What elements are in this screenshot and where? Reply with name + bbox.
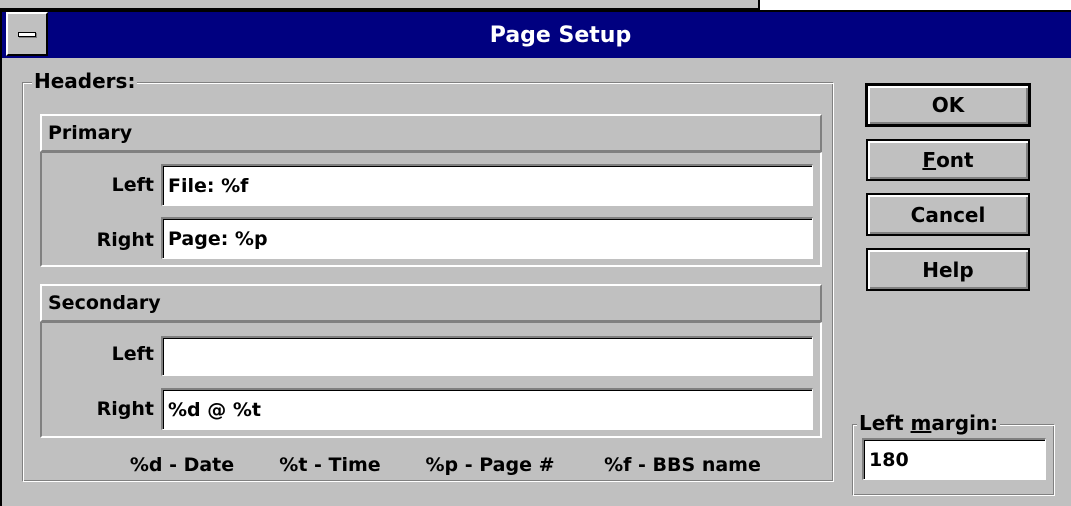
legend-bbs-name: %f - BBS name: [604, 454, 761, 476]
left-margin-label-prefix: Left: [859, 411, 911, 435]
secondary-panel-header: Secondary: [40, 284, 822, 322]
dialog-title: Page Setup: [489, 22, 632, 48]
font-button-label: ont: [936, 148, 974, 172]
system-menu-icon: [18, 32, 36, 37]
left-margin-label-rest: argin:: [931, 411, 999, 435]
primary-panel-header: Primary: [40, 114, 822, 152]
secondary-left-label: Left: [111, 343, 154, 365]
legend-page-number: %p - Page #: [425, 454, 555, 476]
primary-right-field[interactable]: Page: %p: [161, 217, 813, 259]
secondary-right-label: Right: [96, 398, 154, 420]
legend-date: %d - Date: [129, 454, 235, 476]
primary-panel-title: Primary: [48, 122, 133, 144]
left-margin-label-mnemonic: m: [910, 411, 932, 435]
left-margin-label: Left margin:: [857, 411, 1001, 435]
headers-group-label: Headers:: [32, 69, 138, 93]
help-button[interactable]: Help: [866, 248, 1030, 291]
primary-right-label: Right: [96, 229, 154, 251]
system-menu-button[interactable]: [6, 12, 48, 56]
font-button-mnemonic: F: [922, 148, 937, 172]
font-button[interactable]: Font: [866, 139, 1030, 181]
cancel-button[interactable]: Cancel: [866, 193, 1030, 236]
left-margin-field[interactable]: 180: [862, 438, 1046, 480]
secondary-right-field[interactable]: %d @ %t: [161, 388, 813, 430]
secondary-panel-title: Secondary: [48, 292, 161, 314]
secondary-left-field[interactable]: [161, 336, 813, 376]
background-window-edge: [0, 0, 760, 10]
primary-left-field[interactable]: File: %f: [161, 164, 813, 206]
primary-left-label: Left: [111, 174, 154, 196]
legend-time: %t - Time: [279, 454, 381, 476]
ok-button[interactable]: OK: [865, 83, 1031, 127]
